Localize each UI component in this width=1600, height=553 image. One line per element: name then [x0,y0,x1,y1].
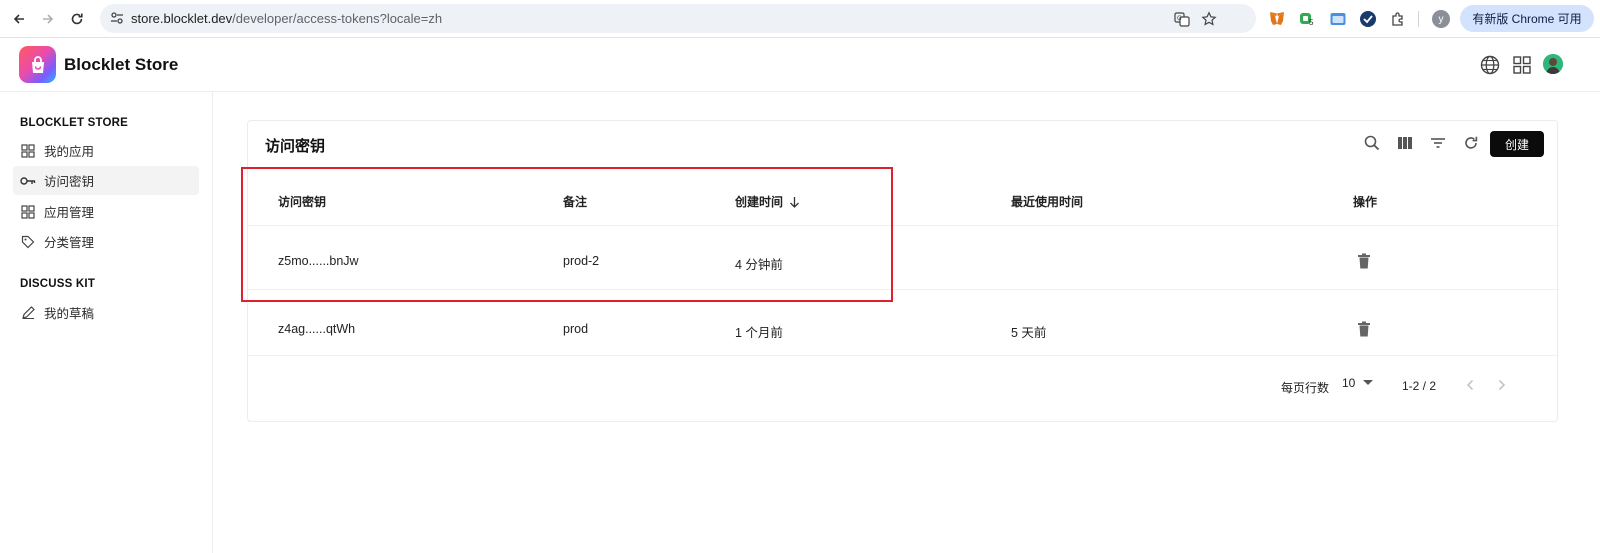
profile-initial: y [1438,13,1444,25]
refresh-icon[interactable] [1460,132,1482,154]
bookmark-star-icon[interactable] [1200,10,1218,28]
svg-text:G: G [1177,15,1182,22]
reload-icon[interactable] [66,8,88,30]
rows-per-page-label: 每页行数 [1281,381,1330,395]
draft-icon [20,305,36,321]
window-extension-icon[interactable] [1328,9,1348,29]
column-header-created-time[interactable]: 创建时间 [735,193,800,210]
user-avatar[interactable] [1543,54,1563,74]
column-header-label: 操作 [1353,195,1378,209]
sidebar-item-category-management[interactable]: 分类管理 [13,227,199,256]
sidebar-item-my-drafts[interactable]: 我的草稿 [13,298,199,327]
back-icon[interactable] [8,8,30,30]
app-header: Blocklet Store [0,39,1600,92]
column-header-label: 创建时间 [735,195,784,209]
profile-avatar[interactable]: y [1432,10,1450,28]
brand-name[interactable]: Blocklet Store [64,55,178,75]
toolbar-divider [1418,11,1419,27]
forward-icon[interactable] [37,8,59,30]
column-header-token[interactable]: 访问密钥 [278,193,326,210]
column-header-actions: 操作 [1353,193,1377,210]
token-cell[interactable]: z5mo......bnJw [278,254,359,268]
column-header-label: 访问密钥 [278,195,327,209]
chrome-update-label: 有新版 Chrome 可用 [1472,12,1582,26]
apps-grid-icon[interactable] [1510,53,1534,77]
create-token-button[interactable]: 创建 [1490,131,1544,157]
created-time-cell: 4 分钟前 [735,258,783,272]
url-text: store.blocklet.dev/developer/access-toke… [131,11,443,26]
browser-toolbar: store.blocklet.dev/developer/access-toke… [0,0,1600,38]
previous-page-icon[interactable] [1460,375,1480,395]
created-time-cell: 1 个月前 [735,326,783,340]
blocklet-store-logo[interactable] [19,46,56,83]
rows-per-page-value: 10 [1342,376,1356,390]
access-tokens-card: 访问密钥 创建 访问密钥 备注 创建时间 最近使用时间 操作 z5mo.....… [247,120,1559,422]
metamask-extension-icon[interactable] [1267,9,1287,29]
header-divider [248,225,1559,226]
sidebar-item-label: 应用管理 [44,206,95,220]
grid-icon [20,204,36,220]
pagination-range: 1-2 / 2 [1402,379,1437,393]
column-header-last-used[interactable]: 最近使用时间 [1011,193,1083,210]
remark-cell: prod [563,322,589,336]
column-header-remark[interactable]: 备注 [563,193,587,210]
next-page-icon[interactable] [1492,375,1512,395]
sidebar-item-app-management[interactable]: 应用管理 [13,197,199,226]
check-extension-icon[interactable] [1358,9,1378,29]
delete-trash-icon[interactable] [1355,252,1373,270]
language-globe-icon[interactable] [1478,53,1502,77]
columns-icon[interactable] [1394,132,1416,154]
rows-per-page-select[interactable]: 10 [1342,376,1374,390]
extension-badge-count: 5 [1309,18,1314,27]
translate-icon[interactable]: G [1173,10,1191,28]
sidebar-item-my-apps[interactable]: 我的应用 [13,136,199,165]
column-header-label: 最近使用时间 [1011,195,1084,209]
row-divider [248,289,1559,290]
sidebar-item-access-tokens[interactable]: 访问密钥 [13,166,199,195]
delete-trash-icon[interactable] [1355,320,1373,338]
tag-icon [20,234,36,250]
filter-icon[interactable] [1427,132,1449,154]
column-header-label: 备注 [563,195,588,209]
last-used-cell: 5 天前 [1011,326,1047,340]
row-divider [248,355,1559,356]
chrome-update-button[interactable]: 有新版 Chrome 可用 [1460,5,1594,32]
extension-badge-icon[interactable]: 5 [1297,9,1317,29]
section-title-blocklet-store: BLOCKLET STORE [20,117,129,129]
sidebar-item-label: 我的草稿 [44,307,95,321]
key-icon [20,173,36,189]
extensions-puzzle-icon[interactable] [1388,9,1408,29]
search-icon[interactable] [1361,132,1383,154]
grid-icon [20,143,36,159]
remark-cell: prod-2 [563,254,600,268]
caret-down-icon [1363,380,1374,386]
sidebar-item-label: 分类管理 [44,236,95,250]
address-bar[interactable]: store.blocklet.dev/developer/access-toke… [100,4,1256,33]
sort-descending-icon[interactable] [789,196,800,208]
section-title-discuss-kit: DISCUSS KIT [20,278,96,290]
sidebar: BLOCKLET STORE 我的应用 访问密钥 应用管理 分类管理 DISCU… [0,92,213,553]
token-cell[interactable]: z4ag......qtWh [278,322,355,336]
page-title: 访问密钥 [265,138,326,155]
site-settings-icon[interactable] [110,11,124,30]
sidebar-item-label: 我的应用 [44,145,95,159]
sidebar-item-label: 访问密钥 [44,175,95,189]
